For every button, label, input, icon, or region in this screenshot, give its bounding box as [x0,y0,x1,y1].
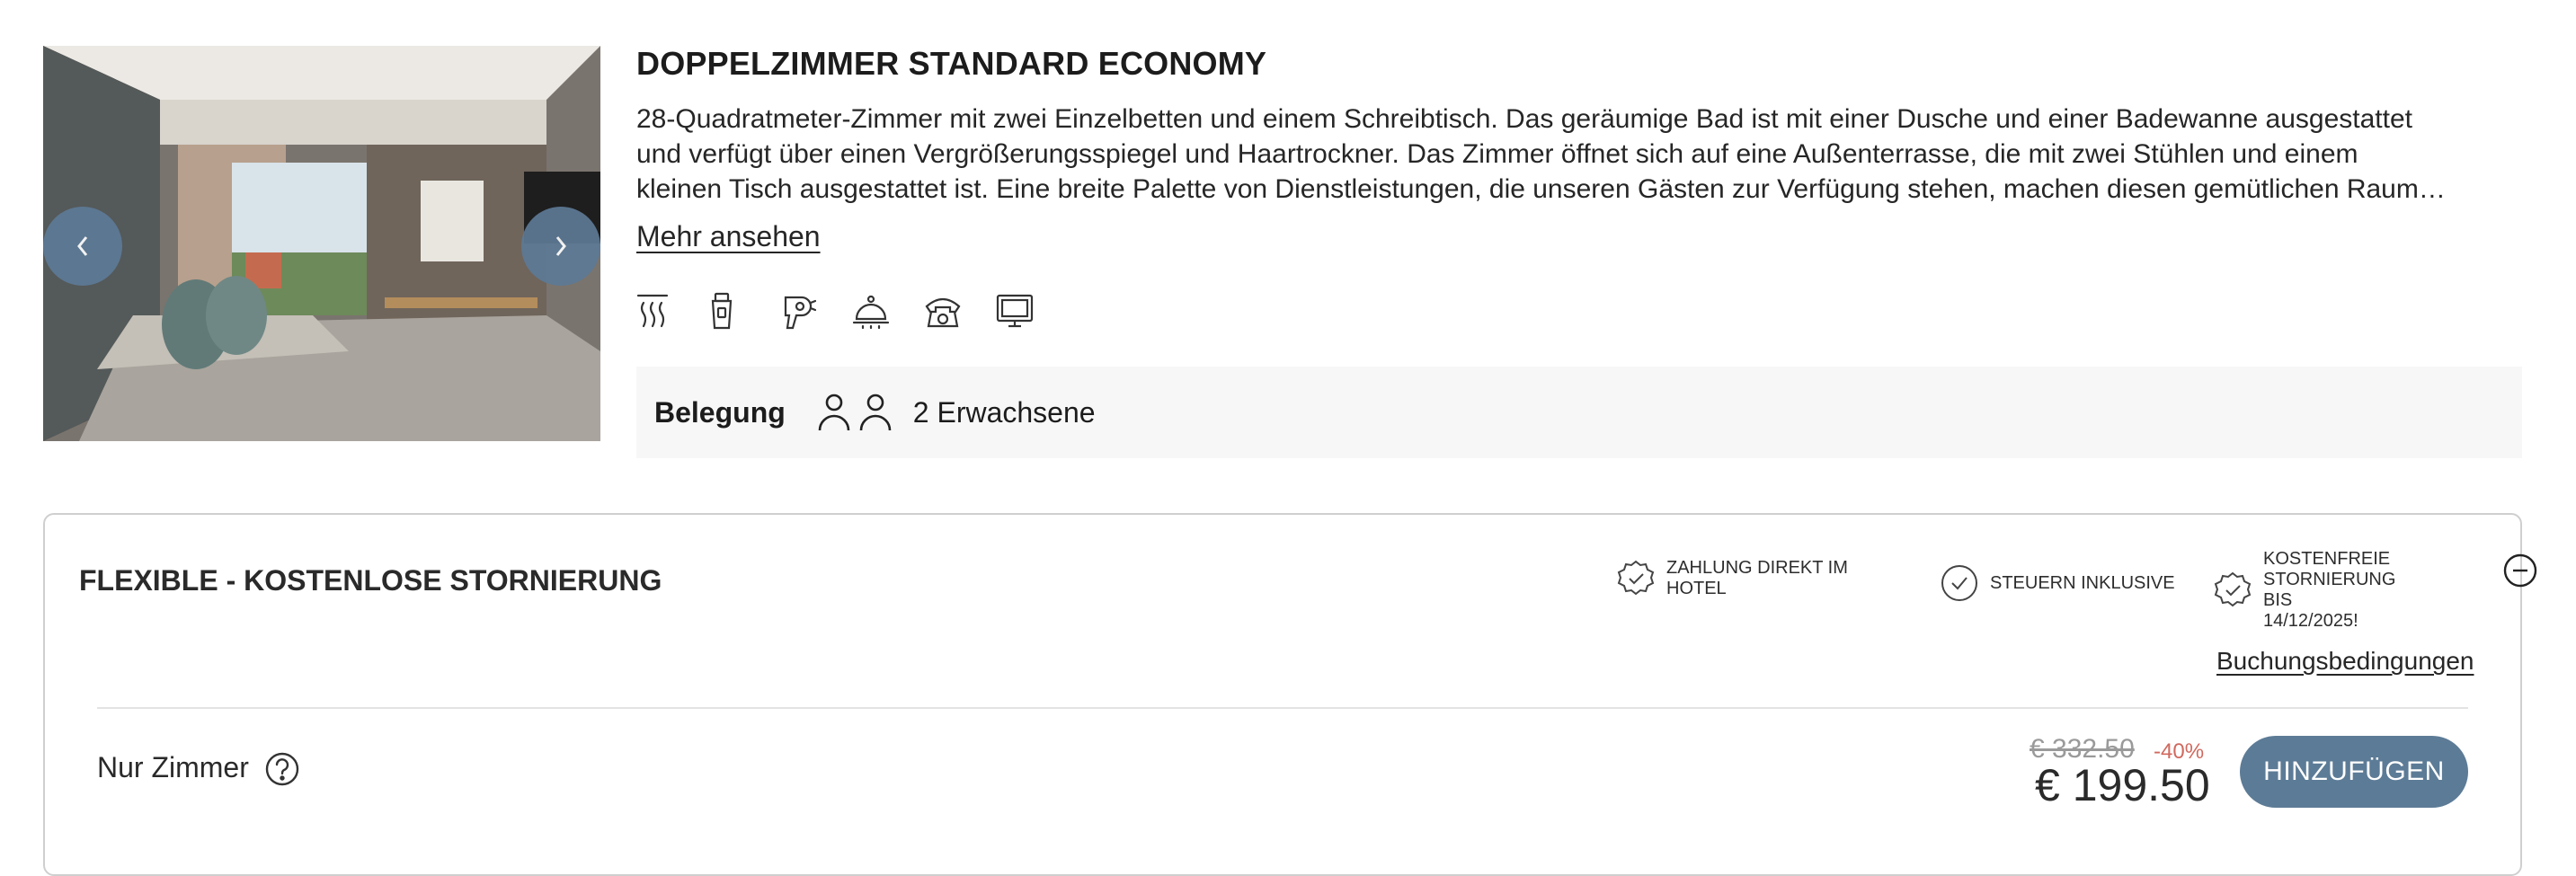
description-line: 28-Quadratmeter-Zimmer mit zwei Einzelbe… [636,104,2412,134]
hairdryer-icon [780,290,852,332]
tv-icon [996,290,1068,332]
room-description: 28-Quadratmeter-Zimmer mit zwei Einzelbe… [636,102,2506,207]
feature-free-cancellation: KOSTENFREIE STORNIERUNG BIS 14/12/2025! [2213,549,2420,632]
adult-icon [818,394,850,431]
feature-text: ZAHLUNG DIREKT IM [1666,558,1848,578]
feature-taxes-included: STEUERN INKLUSIVE [1940,563,2191,603]
description-line: kleinen Tisch ausgestattet ist. Eine bre… [636,174,2446,204]
circle-check-icon [1941,565,1977,601]
minus-circle-icon [2503,553,2537,588]
toiletries-icon [708,290,780,332]
option-label: Nur Zimmer [97,751,249,783]
room-title: DOPPELZIMMER STANDARD ECONOMY [636,45,1267,82]
description-line: und verfügt über einen Vergrößerungsspie… [636,139,2358,169]
carousel-prev-button[interactable] [43,207,122,286]
more-link[interactable]: Mehr ansehen [636,220,821,253]
feature-text: 14/12/2025! [2263,611,2358,631]
help-icon[interactable] [264,751,300,792]
add-button[interactable]: HINZUFÜGEN [2240,736,2468,808]
occupancy-label: Belegung [654,395,786,429]
booking-terms-link[interactable]: Buchungsbedingungen [2216,647,2474,676]
carousel-next-button[interactable] [521,207,600,286]
occupancy-panel: Belegung 2 Erwachsene [636,367,2522,458]
occupancy-icons [816,393,893,432]
feature-text: STORNIERUNG BIS [2263,570,2396,610]
price: € 199.50 [2035,760,2210,810]
room-photo [43,46,600,441]
feature-text: KOSTENFREIE [2263,549,2391,569]
room-service-icon [852,290,924,332]
collapse-button[interactable] [2502,553,2538,593]
adult-icon [859,394,892,431]
occupancy-value: 2 Erwachsene [912,395,1096,429]
amenity-list [636,290,1068,332]
feature-text: STEUERN INKLUSIVE [1990,572,2175,593]
divider [97,707,2468,709]
chevron-right-icon [555,236,566,256]
feature-text: HOTEL [1666,579,1727,598]
badge-check-icon [2214,571,2252,607]
heating-icon [636,290,708,332]
chevron-left-icon [77,236,88,256]
badge-check-icon [1617,560,1655,596]
feature-pay-at-hotel: ZAHLUNG DIREKT IM HOTEL [1616,558,1886,599]
rate-title: FLEXIBLE - KOSTENLOSE STORNIERUNG [79,564,662,597]
rate-card: FLEXIBLE - KOSTENLOSE STORNIERUNG ZAHLUN… [43,513,2537,876]
telephone-icon [924,290,996,332]
